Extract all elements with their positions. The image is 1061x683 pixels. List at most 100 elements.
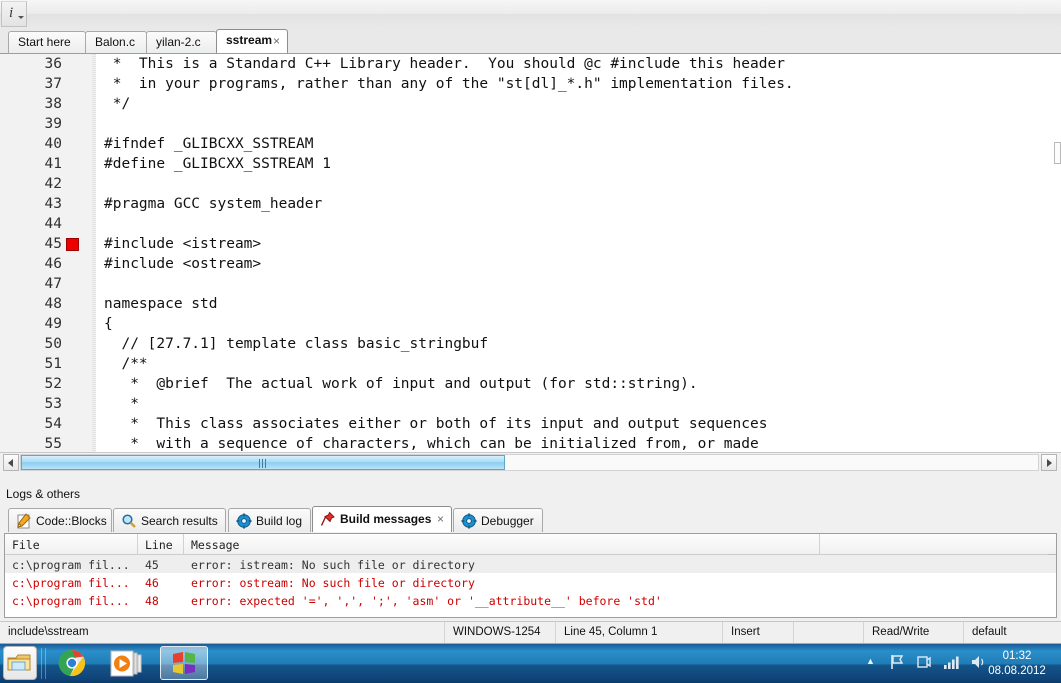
log-tab-label: Debugger: [481, 514, 534, 528]
code-line-text: */: [104, 96, 131, 112]
tab-balon-c[interactable]: Balon.c: [85, 31, 147, 53]
column-header-blank[interactable]: [820, 534, 1056, 554]
tab-start-here[interactable]: Start here: [8, 31, 86, 53]
taskbar-divider-2: [45, 648, 46, 679]
codeblocks-ide-window: i Start here Balon.c yilan-2.c sstream ×…: [0, 0, 1061, 683]
line-number: 47: [44, 276, 62, 292]
code-line[interactable]: 51 /**: [0, 354, 1061, 374]
line-number: 37: [44, 76, 62, 92]
network-icon[interactable]: [916, 654, 932, 673]
error-marker-icon[interactable]: [66, 238, 79, 251]
code-line[interactable]: 43 #pragma GCC system_header: [0, 194, 1061, 214]
code-line[interactable]: 41 #define _GLIBCXX_SSTREAM 1: [0, 154, 1061, 174]
build-messages-grid[interactable]: File Line Message c:\program fil... 45 err…: [4, 533, 1057, 618]
code-line-text: * in your programs, rather than any of t…: [104, 76, 794, 92]
windows-taskbar: ▲ 01:32 08.08.2012: [0, 643, 1061, 683]
start-button[interactable]: [3, 646, 37, 680]
code-line[interactable]: 49 {: [0, 314, 1061, 334]
status-insert-mode: Insert: [723, 622, 794, 644]
scroll-right-arrow-icon[interactable]: [1041, 454, 1057, 471]
code-line-text: // [27.7.1] template class basic_stringb…: [104, 336, 489, 352]
line-number: 49: [44, 316, 62, 332]
scroll-left-arrow-icon[interactable]: [3, 454, 19, 471]
column-header-line[interactable]: Line: [138, 534, 184, 554]
close-icon[interactable]: ×: [273, 34, 280, 48]
code-line[interactable]: 40 #ifndef _GLIBCXX_SSTREAM: [0, 134, 1061, 154]
code-line[interactable]: 55 * with a sequence of characters, whic…: [0, 434, 1061, 453]
code-line[interactable]: 47: [0, 274, 1061, 294]
code-line-text: /**: [104, 356, 148, 372]
hscroll-track[interactable]: [20, 454, 1039, 471]
column-header-message[interactable]: Message: [184, 534, 820, 554]
status-access: Read/Write: [864, 622, 964, 644]
log-tab-codeblocks[interactable]: Code::Blocks: [8, 508, 112, 532]
code-line[interactable]: 52 * @brief The actual work of input and…: [0, 374, 1061, 394]
tab-label: Start here: [18, 35, 71, 49]
code-line[interactable]: 54 * This class associates either or bot…: [0, 414, 1061, 434]
action-center-flag-icon[interactable]: [890, 654, 906, 673]
code-line[interactable]: 39: [0, 114, 1061, 134]
chevron-down-icon: [18, 16, 24, 19]
code-line[interactable]: 53 *: [0, 394, 1061, 414]
code-editor[interactable]: 36 * This is a Standard C++ Library head…: [0, 53, 1061, 453]
grip-icon: [259, 459, 268, 468]
taskbar-media-player[interactable]: [103, 646, 151, 680]
editor-horizontal-scrollbar[interactable]: [0, 452, 1061, 473]
code-line-text: *: [104, 396, 139, 412]
column-header-file[interactable]: File: [5, 534, 138, 554]
line-number: 52: [44, 376, 62, 392]
taskbar-codeblocks[interactable]: [160, 646, 208, 680]
code-line-text: #ifndef _GLIBCXX_SSTREAM: [104, 136, 314, 152]
line-number: 41: [44, 156, 62, 172]
show-hidden-icons-arrow-icon[interactable]: ▲: [866, 656, 875, 666]
log-tab-debugger[interactable]: Debugger: [453, 508, 543, 532]
code-text-area[interactable]: 36 * This is a Standard C++ Library head…: [0, 54, 1061, 453]
editor-vertical-scrollbar-thumb[interactable]: [1054, 142, 1061, 164]
log-tab-build-messages[interactable]: Build messages ×: [312, 506, 452, 532]
main-toolbar: i: [0, 0, 1061, 29]
status-bar: include\sstream WINDOWS-1254 Line 45, Co…: [0, 621, 1061, 644]
line-number: 46: [44, 256, 62, 272]
code-line-text: * This is a Standard C++ Library header.…: [104, 56, 785, 72]
hscroll-thumb[interactable]: [21, 455, 505, 470]
code-line[interactable]: 45 #include <istream>: [0, 234, 1061, 254]
log-tab-search-results[interactable]: Search results: [113, 508, 226, 532]
line-number: 42: [44, 176, 62, 192]
tab-yilan-2-c[interactable]: yilan-2.c: [146, 31, 217, 53]
code-line[interactable]: 37 * in your programs, rather than any o…: [0, 74, 1061, 94]
pencil-icon: [16, 513, 32, 529]
tab-sstream[interactable]: sstream ×: [216, 29, 288, 53]
taskbar-chrome[interactable]: [48, 646, 96, 680]
table-row[interactable]: c:\program fil... 46 error: ostream: No su…: [5, 573, 1056, 591]
grid-header-row: File Line Message: [5, 534, 1056, 555]
status-caret-pos: Line 45, Column 1: [556, 622, 723, 644]
code-line[interactable]: 38 */: [0, 94, 1061, 114]
log-tab-label: Build messages: [340, 512, 432, 526]
code-line-text: #define _GLIBCXX_SSTREAM 1: [104, 156, 331, 172]
code-line[interactable]: 44: [0, 214, 1061, 234]
logs-panel-title: Logs & others: [0, 483, 1061, 505]
table-row[interactable]: c:\program fil... 48 error: expected '=', …: [5, 591, 1056, 609]
signal-bars-icon[interactable]: [943, 654, 961, 673]
line-number: 38: [44, 96, 62, 112]
tab-label: Balon.c: [95, 35, 136, 49]
close-icon[interactable]: ×: [437, 512, 444, 526]
line-number: 48: [44, 296, 62, 312]
status-file-path: include\sstream: [0, 622, 445, 644]
table-row[interactable]: c:\program fil... 45 error: istream: No su…: [5, 555, 1056, 573]
log-tab-build-log[interactable]: Build log: [228, 508, 311, 532]
code-line[interactable]: 42: [0, 174, 1061, 194]
info-dropdown-button[interactable]: i: [1, 1, 27, 27]
code-line[interactable]: 36 * This is a Standard C++ Library head…: [0, 54, 1061, 74]
taskbar-clock[interactable]: 01:32 08.08.2012: [981, 649, 1053, 679]
status-profile: default: [972, 626, 1007, 638]
code-line[interactable]: 48 namespace std: [0, 294, 1061, 314]
cell-line: 48: [145, 594, 159, 608]
code-line[interactable]: 50 // [27.7.1] template class basic_stri…: [0, 334, 1061, 354]
tab-label: sstream: [226, 33, 273, 47]
code-line[interactable]: 46 #include <ostream>: [0, 254, 1061, 274]
clock-time: 01:32: [1002, 650, 1032, 662]
editor-tab-bar: Start here Balon.c yilan-2.c sstream ×: [0, 28, 1061, 53]
cell-message: error: ostream: No such file or director…: [191, 576, 475, 590]
status-blank: [794, 622, 864, 644]
